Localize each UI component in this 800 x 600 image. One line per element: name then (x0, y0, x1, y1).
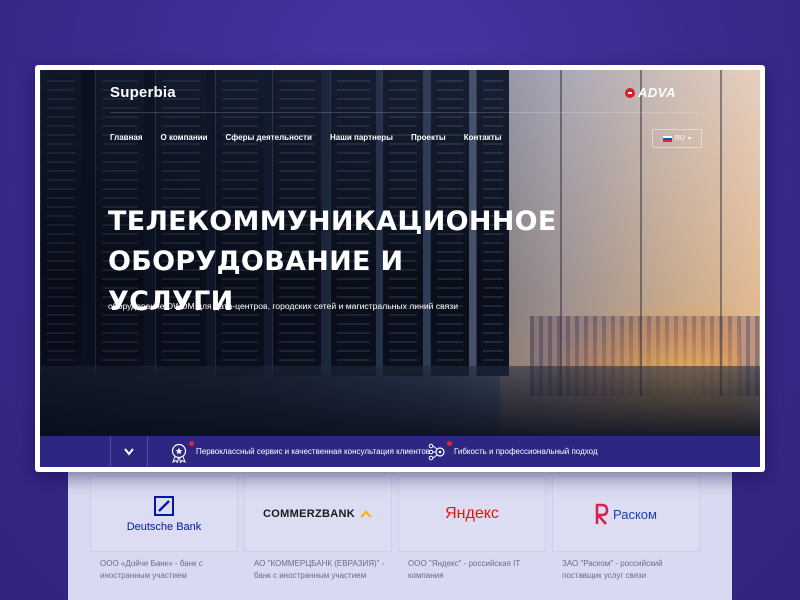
partner-card-yandex[interactable]: Яндекс ООО "Яндекс" - российская IT комп… (394, 470, 548, 600)
notification-dot (189, 440, 194, 446)
nav-item-home[interactable]: Главная (110, 133, 143, 142)
adva-wordmark: ADVA (638, 85, 676, 100)
language-label: RU (674, 135, 686, 142)
nav-item-about[interactable]: О компании (161, 133, 208, 142)
scroll-down-button[interactable] (110, 436, 148, 467)
nav-item-partners[interactable]: Наши партнеры (330, 133, 393, 142)
feature-text: Гибкость и профессиональный подход (454, 447, 598, 456)
adva-logo[interactable]: ADVA (625, 85, 676, 100)
adva-icon (625, 87, 635, 98)
partner-description: ЗАО "Раском" - российский поставщик услу… (562, 559, 663, 580)
commerzbank-logo: COMMERZBANK (244, 476, 392, 552)
header-divider (110, 112, 698, 113)
raskom-icon (595, 503, 609, 525)
hero-section: Superbia ADVA Главная О компании Сферы д… (40, 70, 760, 436)
nav-item-contacts[interactable]: Контакты (464, 133, 502, 142)
deutsche-bank-logo: Deutsche Bank (90, 476, 238, 552)
russia-flag-icon (662, 135, 672, 142)
language-selector[interactable]: RU ▾ (652, 129, 702, 148)
deutsche-bank-icon (153, 495, 174, 516)
partner-card-raskom[interactable]: Раском ЗАО "Раском" - российский поставщ… (548, 470, 702, 600)
partners-section: Deutsche Bank ООО «Дойче Банк» - банк с … (68, 470, 732, 600)
main-nav: Главная О компании Сферы деятельности На… (110, 133, 501, 142)
partner-description: ООО «Дойче Банк» - банк с иностранным уч… (100, 559, 203, 580)
website-preview-card: Superbia ADVA Главная О компании Сферы д… (35, 65, 765, 472)
chevron-down-icon (124, 447, 134, 456)
feature-text: Первоклассный сервис и качественная конс… (196, 447, 431, 456)
notification-dot (447, 440, 452, 446)
feature-service: Первоклассный сервис и качественная конс… (170, 436, 430, 467)
nav-item-activities[interactable]: Сферы деятельности (226, 133, 312, 142)
partner-name: Раском (613, 506, 657, 522)
raskom-logo: Раском (552, 476, 700, 552)
award-icon (170, 440, 194, 464)
partner-name: COMMERZBANK (263, 508, 355, 520)
network-icon (428, 440, 452, 461)
partner-name: Deutsche Bank (126, 520, 202, 533)
brand-logo[interactable]: Superbia (110, 84, 176, 101)
hero-subtitle: оборудование DWDM для дата-центров, горо… (108, 301, 459, 311)
partner-card-deutsche-bank[interactable]: Deutsche Bank ООО «Дойче Банк» - банк с … (86, 470, 240, 600)
yandex-logo: Яндекс (398, 476, 546, 552)
commerzbank-ribbon-icon (359, 510, 372, 517)
partner-card-commerzbank[interactable]: COMMERZBANK АО "КОММЕРЦБАНК (ЕВРАЗИЯ)" -… (240, 470, 394, 600)
partner-description: АО "КОММЕРЦБАНК (ЕВРАЗИЯ)" - банк с инос… (254, 559, 385, 580)
features-bar: Первоклассный сервис и качественная конс… (40, 436, 760, 467)
nav-item-projects[interactable]: Проекты (411, 133, 446, 142)
chevron-down-icon: ▾ (688, 136, 692, 142)
partner-name: Яндекс (445, 505, 499, 522)
partner-description: ООО "Яндекс" - российская IT компания (408, 559, 521, 580)
feature-flexibility: Гибкость и профессиональный подход (428, 436, 598, 467)
